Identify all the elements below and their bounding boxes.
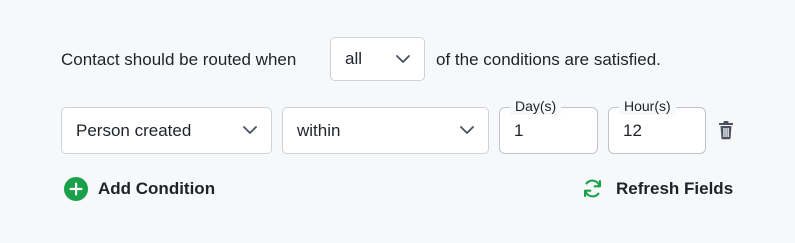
chevron-down-icon — [460, 124, 474, 138]
days-value[interactable]: 1 — [514, 121, 523, 141]
days-input[interactable]: Day(s) 1 — [499, 97, 598, 154]
hours-value[interactable]: 12 — [623, 121, 642, 141]
refresh-fields-label: Refresh Fields — [616, 178, 734, 198]
condition-operator-select[interactable]: within — [282, 107, 489, 154]
chevron-down-icon — [396, 52, 410, 66]
condition-field-select[interactable]: Person created — [61, 107, 272, 154]
match-mode-select[interactable]: all — [330, 37, 425, 81]
trash-icon — [717, 121, 735, 144]
routing-sentence-prefix: Contact should be routed when — [61, 50, 297, 69]
condition-operator-value: within — [297, 120, 341, 140]
hours-label: Hour(s) — [619, 97, 676, 115]
add-condition-button[interactable]: Add Condition — [64, 177, 215, 201]
delete-condition-button[interactable] — [717, 120, 735, 140]
add-condition-label: Add Condition — [98, 179, 216, 198]
condition-field-value: Person created — [76, 120, 192, 140]
match-mode-value: all — [345, 49, 363, 68]
refresh-fields-button[interactable]: Refresh Fields — [582, 178, 733, 199]
refresh-icon — [582, 178, 603, 199]
routing-sentence-suffix: of the conditions are satisfied. — [436, 50, 661, 69]
chevron-down-icon — [243, 124, 257, 138]
days-label: Day(s) — [510, 97, 562, 115]
hours-input[interactable]: Hour(s) 12 — [608, 97, 706, 154]
plus-circle-icon — [64, 177, 88, 201]
